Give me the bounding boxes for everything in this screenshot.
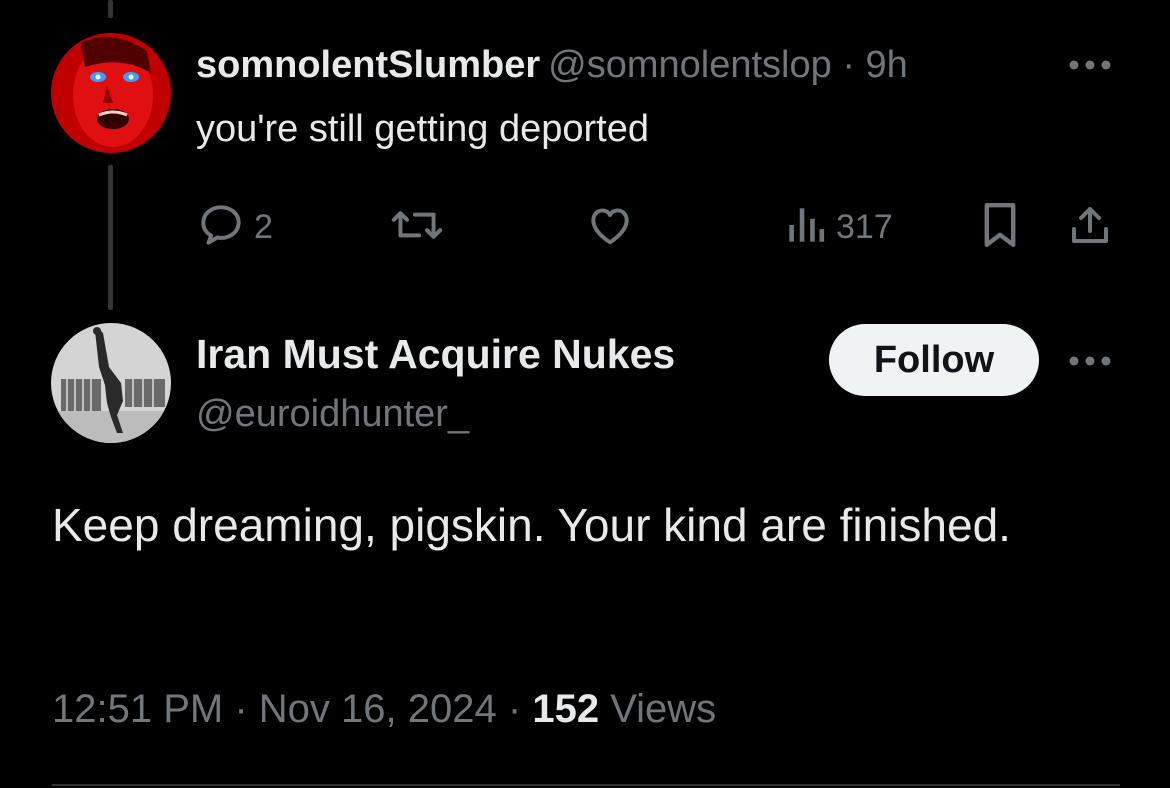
- reply-button[interactable]: 2: [196, 200, 273, 254]
- share-upload-icon: [1066, 199, 1114, 256]
- tweet-views-count: 152: [532, 687, 600, 731]
- divider: [52, 784, 1120, 786]
- reply-timestamp[interactable]: 9h: [866, 44, 908, 86]
- heart-icon: [584, 200, 636, 255]
- main-tweet-text: Keep dreaming, pigskin. Your kind are fi…: [52, 499, 1011, 551]
- views-count: 317: [836, 207, 893, 246]
- main-more-icon[interactable]: [1068, 353, 1112, 369]
- main-author-name[interactable]: Iran Must Acquire Nukes: [196, 328, 675, 380]
- reply-author-name[interactable]: somnolentSlumber: [196, 40, 540, 90]
- main-author-avatar[interactable]: [51, 323, 171, 443]
- speech-bubble-icon: [196, 200, 246, 255]
- reply-more-icon[interactable]: [1068, 57, 1112, 73]
- bar-chart-icon: [784, 200, 828, 255]
- follow-button[interactable]: Follow: [829, 324, 1039, 396]
- reply-count: 2: [254, 207, 273, 246]
- bookmark-button[interactable]: [978, 200, 1022, 254]
- tweet-date[interactable]: Nov 16, 2024: [259, 687, 497, 731]
- retweet-button[interactable]: [388, 200, 446, 254]
- reply-author-handle[interactable]: @somnolentslop: [548, 40, 832, 90]
- thread-line-top: [108, 0, 113, 18]
- main-tweet-meta: 12:51 PM · Nov 16, 2024 · 152 Views: [52, 682, 716, 736]
- header-separator: ·: [842, 44, 855, 86]
- tweet-time[interactable]: 12:51 PM: [52, 687, 223, 731]
- meta-separator: ·: [234, 687, 248, 731]
- share-button[interactable]: [1066, 200, 1114, 254]
- reply-text: you're still getting deported: [196, 108, 649, 150]
- meta-separator: ·: [507, 687, 522, 731]
- retweet-icon: [388, 200, 446, 255]
- tweet-views-label: Views: [610, 687, 717, 731]
- bookmark-icon: [978, 198, 1022, 257]
- views-button[interactable]: 317: [784, 200, 893, 254]
- like-button[interactable]: [584, 200, 636, 254]
- reply-author-avatar[interactable]: [51, 33, 171, 153]
- thread-line-connector: [108, 165, 113, 310]
- main-author-handle[interactable]: @euroidhunter_: [196, 388, 469, 440]
- reply-header: somnolentSlumber @somnolentslop · 9h: [196, 40, 1041, 90]
